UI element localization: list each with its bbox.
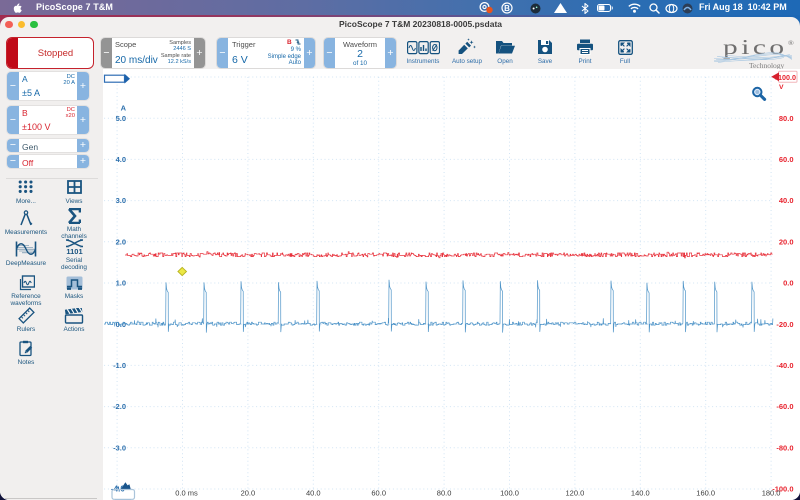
svg-text:-80.0: -80.0 — [776, 443, 793, 452]
svg-text:60.0: 60.0 — [371, 489, 386, 498]
svg-text:5.0: 5.0 — [116, 114, 126, 123]
svg-text:100.0: 100.0 — [500, 489, 519, 498]
svg-text:4.0: 4.0 — [116, 155, 126, 164]
svg-text:160.0: 160.0 — [696, 489, 715, 498]
svg-text:-60.0: -60.0 — [776, 402, 793, 411]
svg-text:80.0: 80.0 — [779, 114, 794, 123]
svg-text:0.0: 0.0 — [783, 279, 793, 288]
svg-text:20.0: 20.0 — [779, 237, 794, 246]
svg-text:B: B — [504, 4, 510, 13]
svg-text:80.0: 80.0 — [437, 489, 452, 498]
svg-text:-20.0: -20.0 — [776, 320, 793, 329]
svg-text:20.0: 20.0 — [241, 489, 256, 498]
svg-text:40.0: 40.0 — [779, 196, 794, 205]
svg-text:-40.0: -40.0 — [776, 361, 793, 370]
svg-text:-1.0: -1.0 — [113, 361, 126, 370]
svg-text:140.0: 140.0 — [631, 489, 650, 498]
svg-text:120.0: 120.0 — [566, 489, 585, 498]
svg-text:0.0 ms: 0.0 ms — [175, 489, 198, 498]
svg-text:180.0: 180.0 — [762, 489, 781, 498]
svg-text:60.0: 60.0 — [779, 155, 794, 164]
svg-text:V: V — [779, 84, 784, 91]
svg-text:40.0: 40.0 — [306, 489, 321, 498]
svg-text:100.0: 100.0 — [778, 73, 796, 82]
svg-text:1.0: 1.0 — [116, 279, 126, 288]
svg-text:A: A — [121, 104, 127, 113]
svg-text:-2.0: -2.0 — [113, 402, 126, 411]
svg-text:3.0: 3.0 — [116, 196, 126, 205]
svg-text:-3.0: -3.0 — [113, 443, 126, 452]
svg-text:2.0: 2.0 — [116, 237, 126, 246]
svg-text:1101: 1101 — [66, 247, 82, 255]
